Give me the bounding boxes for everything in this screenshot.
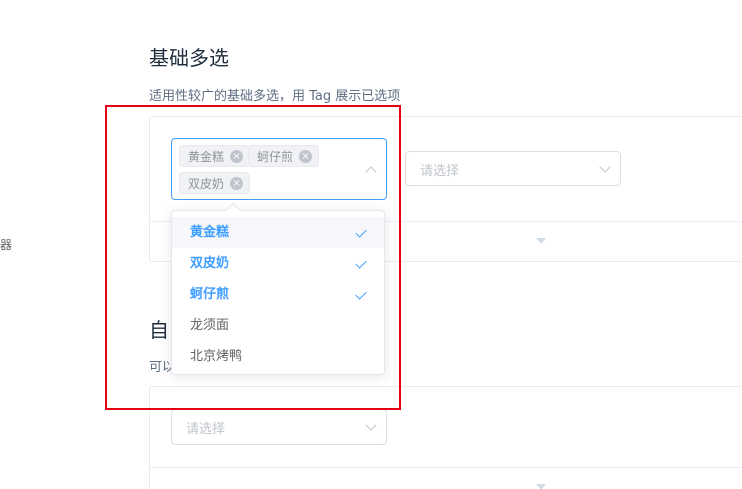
caret-down-icon [536,238,546,244]
tag-label: 双皮奶 [188,176,225,191]
section-title-custom: 自 [149,318,169,342]
circle-close-icon[interactable]: × [230,176,244,190]
check-icon [355,226,367,238]
selected-tag: 双皮奶 × [179,172,251,194]
option-label: 双皮奶 [190,256,230,271]
selected-tag: 黄金糕 × [179,145,251,167]
section-description-basic-multiselect: 适用性较广的基础多选，用 Tag 展示已选项 [149,89,401,104]
chevron-down-icon [599,161,611,173]
dropdown-option[interactable]: 龙须面 [172,310,384,341]
demo-expand-bar[interactable] [150,467,742,489]
option-label: 黄金糕 [190,225,230,240]
option-label: 蚵仔煎 [190,287,230,302]
option-label: 北京烤鸭 [190,349,243,364]
select-input[interactable]: 请选择 [171,409,387,445]
chevron-down-icon [365,419,377,431]
section-title-basic-multiselect: 基础多选 [149,46,229,70]
check-icon [355,257,367,269]
circle-close-icon[interactable]: × [299,149,313,163]
dropdown-option[interactable]: 北京烤鸭 [172,341,384,372]
dropdown-option[interactable]: 双皮奶 [172,248,384,279]
selected-tag: 蚵仔煎 × [248,145,320,167]
check-icon [355,288,367,300]
tag-label: 黄金糕 [188,149,225,164]
select-input[interactable]: 请选择 [405,151,621,186]
circle-close-icon[interactable]: × [230,149,244,163]
dropdown-option[interactable]: 黄金糕 [172,217,384,248]
select-placeholder: 请选择 [420,164,460,179]
tag-label: 蚵仔煎 [257,149,294,164]
chevron-up-icon [365,166,377,178]
dropdown-option[interactable]: 蚵仔煎 [172,279,384,310]
sidebar-item-cut[interactable]: 器 [0,236,12,253]
option-label: 龙须面 [190,318,230,333]
select-dropdown: 黄金糕 双皮奶 蚵仔煎 龙须面 北京烤鸭 [171,202,385,375]
select-placeholder: 请选择 [186,422,226,437]
multi-select-input[interactable]: 黄金糕 × 蚵仔煎 × 双皮奶 × [171,138,387,200]
caret-down-icon [536,484,546,489]
